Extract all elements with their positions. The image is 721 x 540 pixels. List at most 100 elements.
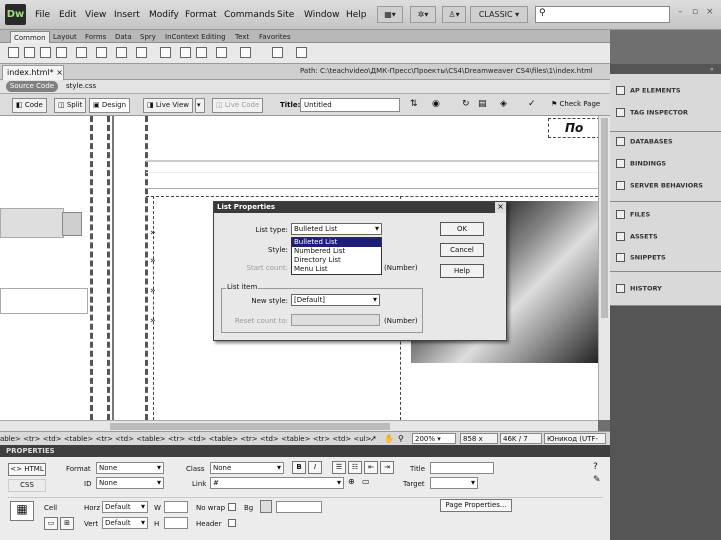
validate-icon[interactable]: ✓ (528, 99, 536, 109)
tab-common[interactable]: Common (10, 31, 50, 43)
page-properties-button[interactable]: Page Properties... (440, 499, 512, 512)
check-page-button[interactable]: ⚑ Check Page (548, 98, 603, 113)
help-button[interactable]: Help (440, 264, 484, 278)
horizontal-scroll-thumb[interactable] (110, 423, 390, 430)
tab-incontext-editing[interactable]: InContext Editing (162, 31, 229, 43)
live-view-button[interactable]: ◨ Live View (143, 98, 193, 113)
hand-tool-icon[interactable]: ✋ (384, 434, 394, 443)
tab-spry[interactable]: Spry (137, 31, 159, 43)
tab-forms[interactable]: Forms (82, 31, 109, 43)
menu-modify[interactable]: Modify (149, 10, 179, 20)
panel-databases[interactable]: DATABASES (616, 137, 673, 146)
refresh-icon[interactable]: ↻ (462, 99, 470, 109)
tab-favorites[interactable]: Favorites (256, 31, 294, 43)
panel-server-behaviors[interactable]: SERVER BEHAVIORS (616, 181, 703, 190)
tag-chooser-icon[interactable] (296, 47, 307, 58)
tab-close-icon[interactable]: × (56, 68, 63, 77)
title-input[interactable]: Untitled (300, 98, 400, 112)
images-icon[interactable] (116, 47, 127, 58)
view-options-icon[interactable]: ▤ (478, 99, 487, 109)
menu-window[interactable]: Window (304, 10, 340, 20)
layout-switcher[interactable]: ▦▾ (377, 6, 403, 23)
named-anchor-icon[interactable] (40, 47, 51, 58)
tab-text[interactable]: Text (232, 31, 252, 43)
comment-icon[interactable] (196, 47, 207, 58)
menu-file[interactable]: File (35, 10, 50, 20)
zoom-tool-icon[interactable]: ⚲ (398, 434, 404, 443)
panel-history[interactable]: HISTORY (616, 284, 662, 293)
tab-layout[interactable]: Layout (50, 31, 80, 43)
indent-icon[interactable]: ⇥ (380, 461, 394, 474)
bg-color-input[interactable] (276, 501, 322, 513)
menu-insert[interactable]: Insert (114, 10, 140, 20)
live-code-button[interactable]: ◫ Live Code (212, 98, 264, 113)
server-include-icon[interactable] (180, 47, 191, 58)
window-size[interactable]: 858 x 448 (460, 433, 498, 453)
date-icon[interactable] (160, 47, 171, 58)
hyperlink-icon[interactable] (8, 47, 19, 58)
cancel-button[interactable]: Cancel (440, 243, 484, 257)
workspace-switcher[interactable]: CLASSIC ▾ (470, 6, 528, 23)
outdent-icon[interactable]: ⇤ (364, 461, 378, 474)
quick-tag-editor-icon[interactable]: ✎ (593, 475, 601, 485)
ok-button[interactable]: OK (440, 222, 484, 236)
width-input[interactable] (164, 501, 188, 513)
list-type-options[interactable]: Bulleted List Numbered List Directory Li… (291, 237, 382, 275)
templates-icon[interactable] (272, 47, 283, 58)
div-icon[interactable] (96, 47, 107, 58)
panel-files[interactable]: FILES (616, 210, 650, 219)
merge-cells-icon[interactable]: ▭ (44, 517, 58, 530)
option-bulleted-list[interactable]: Bulleted List (292, 238, 381, 247)
panel-assets[interactable]: ASSETS (616, 232, 658, 241)
code-view-button[interactable]: ◧ Code (12, 98, 47, 113)
title-prop-input[interactable] (430, 462, 494, 474)
properties-header[interactable]: PROPERTIES (0, 445, 610, 457)
option-directory-list[interactable]: Directory List (292, 256, 381, 265)
search-input[interactable]: ⚲ (535, 6, 670, 23)
zoom-select[interactable]: 200% ▾ (412, 433, 456, 444)
split-cell-icon[interactable]: ⊞ (60, 517, 74, 530)
help-icon[interactable]: ? (593, 462, 598, 472)
format-select[interactable]: None (96, 462, 164, 474)
menu-view[interactable]: View (85, 10, 106, 20)
vert-select[interactable]: Default (102, 517, 148, 529)
preview-browser-icon[interactable]: ◉ (432, 99, 440, 109)
list-type-select[interactable]: Bulleted List (291, 223, 382, 235)
collapse-icon[interactable]: » (710, 66, 714, 73)
script-icon[interactable] (240, 47, 251, 58)
panel-tag-inspector[interactable]: TAG INSPECTOR (616, 108, 688, 117)
close-button[interactable]: × (706, 7, 714, 17)
tab-data[interactable]: Data (112, 31, 135, 43)
panel-bindings[interactable]: BINDINGS (616, 159, 666, 168)
file-management-icon[interactable]: ⇅ (410, 99, 418, 109)
minimize-button[interactable]: – (678, 7, 683, 17)
option-numbered-list[interactable]: Numbered List (292, 247, 381, 256)
menu-edit[interactable]: Edit (59, 10, 76, 20)
tag-selector[interactable]: able> <tr> <td> <table> <tr> <td> <table… (0, 435, 372, 443)
ordered-list-icon[interactable]: ☷ (348, 461, 362, 474)
extend-menu[interactable]: ✲▾ (410, 6, 436, 23)
link-input[interactable]: # (210, 477, 344, 489)
menu-format[interactable]: Format (185, 10, 217, 20)
menu-help[interactable]: Help (346, 10, 367, 20)
new-style-select[interactable]: [Default] (291, 294, 380, 306)
dialog-close-button[interactable]: × (495, 202, 506, 213)
email-link-icon[interactable] (24, 47, 35, 58)
browse-folder-icon[interactable]: ▭ (362, 477, 370, 486)
bold-button[interactable]: B (292, 461, 306, 474)
id-select[interactable]: None (96, 477, 164, 489)
maximize-button[interactable]: ▫ (692, 7, 698, 17)
visual-aids-icon[interactable]: ◈ (500, 99, 507, 109)
panel-snippets[interactable]: SNIPPETS (616, 253, 666, 262)
split-view-button[interactable]: ◫ Split (54, 98, 87, 113)
design-view-button[interactable]: ▣ Design (89, 98, 131, 113)
live-view-dropdown[interactable]: ▾ (195, 98, 205, 113)
point-to-file-icon[interactable]: ⊕ (348, 477, 355, 486)
panel-ap-elements[interactable]: AP ELEMENTS (616, 86, 681, 95)
css-mode-button[interactable]: CSS (8, 479, 46, 492)
html-mode-button[interactable]: <> HTML (8, 463, 46, 476)
media-icon[interactable] (136, 47, 147, 58)
horizontal-rule-icon[interactable] (56, 47, 67, 58)
bg-color-swatch[interactable] (260, 500, 272, 513)
document-tab[interactable]: index.html* × (2, 65, 64, 80)
